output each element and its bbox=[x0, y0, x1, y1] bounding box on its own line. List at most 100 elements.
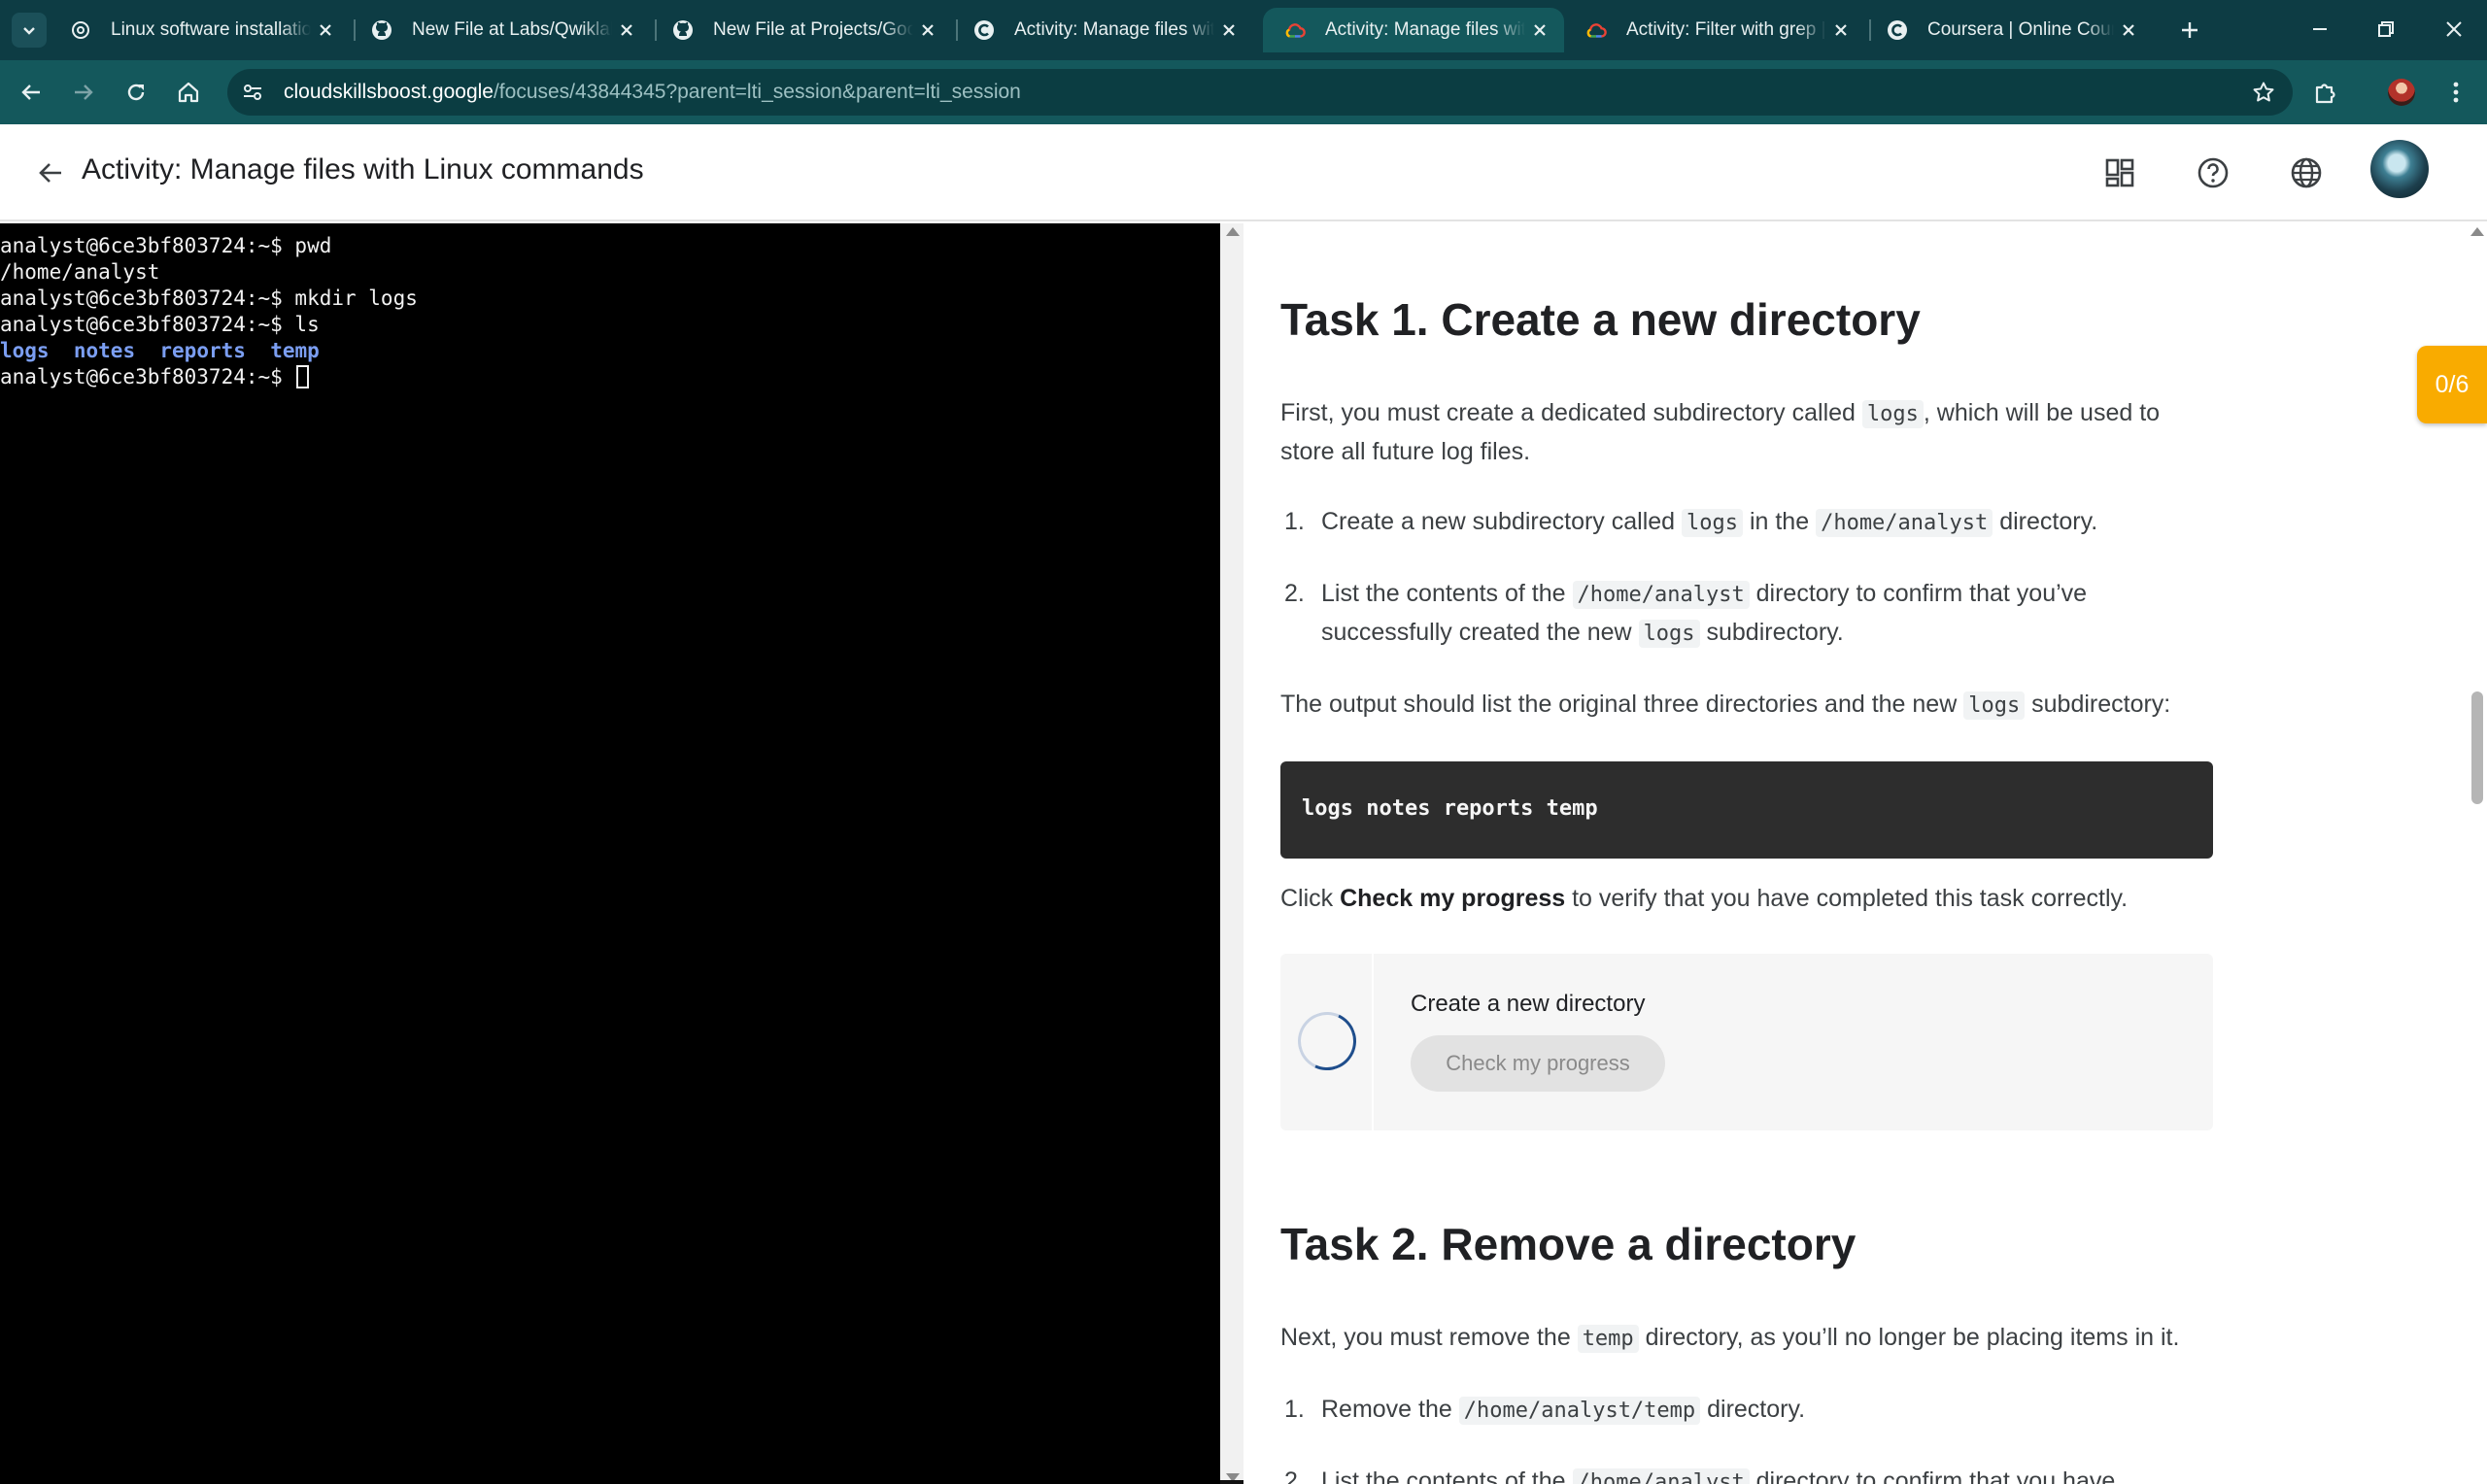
lab-header: Activity: Manage files with Linux comman… bbox=[0, 124, 2487, 221]
home-icon bbox=[178, 82, 199, 103]
tab-search-button[interactable] bbox=[12, 13, 47, 48]
tab-activity-manage-files-active[interactable]: Activity: Manage files with bbox=[1263, 8, 1564, 52]
inline-code: logs bbox=[1963, 691, 2026, 720]
text: The output should list the original thre… bbox=[1280, 691, 1964, 718]
scrollbar-thumb[interactable] bbox=[2471, 691, 2483, 804]
tab-title: New File at Projects/Google bbox=[713, 19, 913, 40]
forward-button[interactable] bbox=[64, 73, 103, 112]
status-column bbox=[1280, 954, 1374, 1130]
progress-check-card: Create a new directory Check my progress bbox=[1280, 954, 2213, 1130]
tab-activity-manage-files-coursera[interactable]: Activity: Manage files with bbox=[952, 8, 1253, 52]
terminal-pane[interactable]: analyst@6ce3bf803724:~$ pwd /home/analys… bbox=[0, 223, 1220, 1484]
user-avatar[interactable] bbox=[2370, 140, 2429, 198]
inline-code: /home/analyst bbox=[1572, 581, 1750, 609]
bookmark-star-icon[interactable] bbox=[2246, 75, 2281, 110]
address-bar[interactable]: cloudskillsboost.google/focuses/43844345… bbox=[227, 69, 2293, 116]
url-host: cloudskillsboost.google bbox=[284, 81, 494, 103]
task2-step-1: 1. Remove the /home/analyst/temp director… bbox=[1284, 1391, 2196, 1430]
close-window-button[interactable] bbox=[2425, 8, 2483, 51]
step-number: 2. bbox=[1284, 1467, 1305, 1484]
text: directory. bbox=[1993, 508, 2098, 535]
back-button[interactable] bbox=[12, 73, 51, 112]
close-icon bbox=[2446, 21, 2462, 37]
close-tab-icon[interactable] bbox=[1826, 16, 1856, 45]
home-button[interactable] bbox=[169, 73, 208, 112]
chevron-down-icon bbox=[23, 27, 35, 35]
pane-scrollbar[interactable] bbox=[1220, 223, 1244, 1484]
text: to verify that you have completed this t… bbox=[1565, 885, 2129, 912]
plus-icon bbox=[2182, 22, 2197, 38]
close-tab-icon[interactable] bbox=[2114, 16, 2143, 45]
terminal-line: analyst@6ce3bf803724:~$ mkdir logs bbox=[0, 287, 418, 310]
terminal-line: analyst@6ce3bf803724:~$ ls bbox=[0, 313, 320, 336]
tab-coursera-online-courses[interactable]: Coursera | Online Courses bbox=[1865, 8, 2153, 52]
scroll-up-icon[interactable] bbox=[2470, 227, 2484, 236]
task1-step-2: 2. List the contents of the /home/analyst… bbox=[1284, 575, 2196, 653]
check-title: Create a new directory bbox=[1411, 991, 1646, 1017]
loading-spinner-icon bbox=[1289, 1003, 1365, 1079]
task1-step-1: 1. Create a new subdirectory called logs … bbox=[1284, 503, 2196, 542]
terminal-prompt: analyst@6ce3bf803724:~$ bbox=[0, 365, 295, 388]
text: Remove the bbox=[1321, 1396, 1459, 1423]
inline-code: logs bbox=[1682, 509, 1744, 537]
dashboard-button[interactable] bbox=[2098, 152, 2141, 194]
lab-instructions: Task 1. Create a new directory First, yo… bbox=[1244, 223, 2468, 1484]
close-tab-icon[interactable] bbox=[612, 16, 641, 45]
text: in the bbox=[1743, 508, 1817, 535]
extensions-button[interactable] bbox=[2306, 73, 2345, 112]
close-tab-icon[interactable] bbox=[913, 16, 942, 45]
tab-title: Activity: Manage files with bbox=[1325, 19, 1525, 40]
inline-code: /home/analyst bbox=[1572, 1468, 1750, 1484]
tab-title: Activity: Filter with grep | bbox=[1626, 19, 1826, 40]
tab-activity-filter-grep[interactable]: Activity: Filter with grep | bbox=[1564, 8, 1865, 52]
check-my-progress-button[interactable]: Check my progress bbox=[1411, 1035, 1665, 1092]
profile-avatar-button[interactable] bbox=[2382, 73, 2421, 112]
close-tab-icon[interactable] bbox=[1214, 16, 1244, 45]
arrow-left-icon bbox=[39, 163, 61, 183]
help-button[interactable] bbox=[2192, 152, 2234, 194]
inline-code: temp bbox=[1577, 1325, 1639, 1353]
url-text: cloudskillsboost.google/focuses/43844345… bbox=[284, 81, 1021, 104]
minimize-icon bbox=[2313, 28, 2327, 30]
arrow-right-icon bbox=[75, 84, 93, 100]
text: directory. bbox=[1700, 1396, 1806, 1423]
tab-new-file-projects[interactable]: New File at Projects/Google bbox=[651, 8, 952, 52]
step-number: 2. bbox=[1284, 580, 1305, 607]
ls-entry: logs bbox=[0, 339, 50, 362]
github-icon bbox=[371, 19, 392, 41]
back-arrow-button[interactable] bbox=[33, 155, 68, 190]
restore-icon bbox=[2378, 21, 2394, 37]
task1-click-instruction: Click Check my progress to verify that y… bbox=[1280, 880, 2252, 917]
site-info-icon[interactable] bbox=[235, 75, 270, 110]
tab-title: New File at Labs/Qwiklabs bbox=[412, 19, 612, 40]
new-tab-button[interactable] bbox=[2172, 13, 2207, 48]
text: directory, as you’ll no longer be placin… bbox=[1638, 1324, 2180, 1351]
coursera-icon bbox=[1887, 19, 1908, 41]
help-icon bbox=[2197, 157, 2229, 188]
text: Next, you must remove the bbox=[1280, 1324, 1578, 1351]
text: List the contents of the bbox=[1321, 1467, 1573, 1484]
tab-linux-software-installation[interactable]: Linux software installation bbox=[49, 8, 350, 52]
reload-button[interactable] bbox=[117, 73, 155, 112]
tab-title: Coursera | Online Courses bbox=[1927, 19, 2114, 40]
score-badge[interactable]: 0/6 bbox=[2417, 346, 2487, 423]
step-number: 1. bbox=[1284, 1396, 1305, 1423]
task1-heading: Task 1. Create a new directory bbox=[1280, 294, 1921, 345]
task2-heading: Task 2. Remove a directory bbox=[1280, 1219, 1857, 1269]
close-tab-icon[interactable] bbox=[311, 16, 340, 45]
task2-step-2: 2. List the contents of the /home/analyst… bbox=[1284, 1463, 2196, 1484]
minimize-button[interactable] bbox=[2291, 8, 2349, 51]
dashboard-icon bbox=[2105, 158, 2134, 187]
inline-code: /home/analyst/temp bbox=[1458, 1397, 1701, 1425]
browser-menu-button[interactable] bbox=[2436, 73, 2475, 112]
tab-new-file-labs[interactable]: New File at Labs/Qwiklabs bbox=[350, 8, 651, 52]
terminal-cursor[interactable] bbox=[296, 365, 310, 388]
scroll-up-icon[interactable] bbox=[1226, 227, 1240, 236]
language-button[interactable] bbox=[2285, 152, 2328, 194]
tab-title: Linux software installation bbox=[111, 19, 311, 40]
restore-button[interactable] bbox=[2357, 8, 2415, 51]
close-tab-icon[interactable] bbox=[1525, 16, 1554, 45]
arrow-left-icon bbox=[21, 84, 40, 100]
code-block: logs notes reports temp bbox=[1280, 761, 2213, 859]
browser-tab-strip: Linux software installation New File at … bbox=[0, 0, 2487, 60]
